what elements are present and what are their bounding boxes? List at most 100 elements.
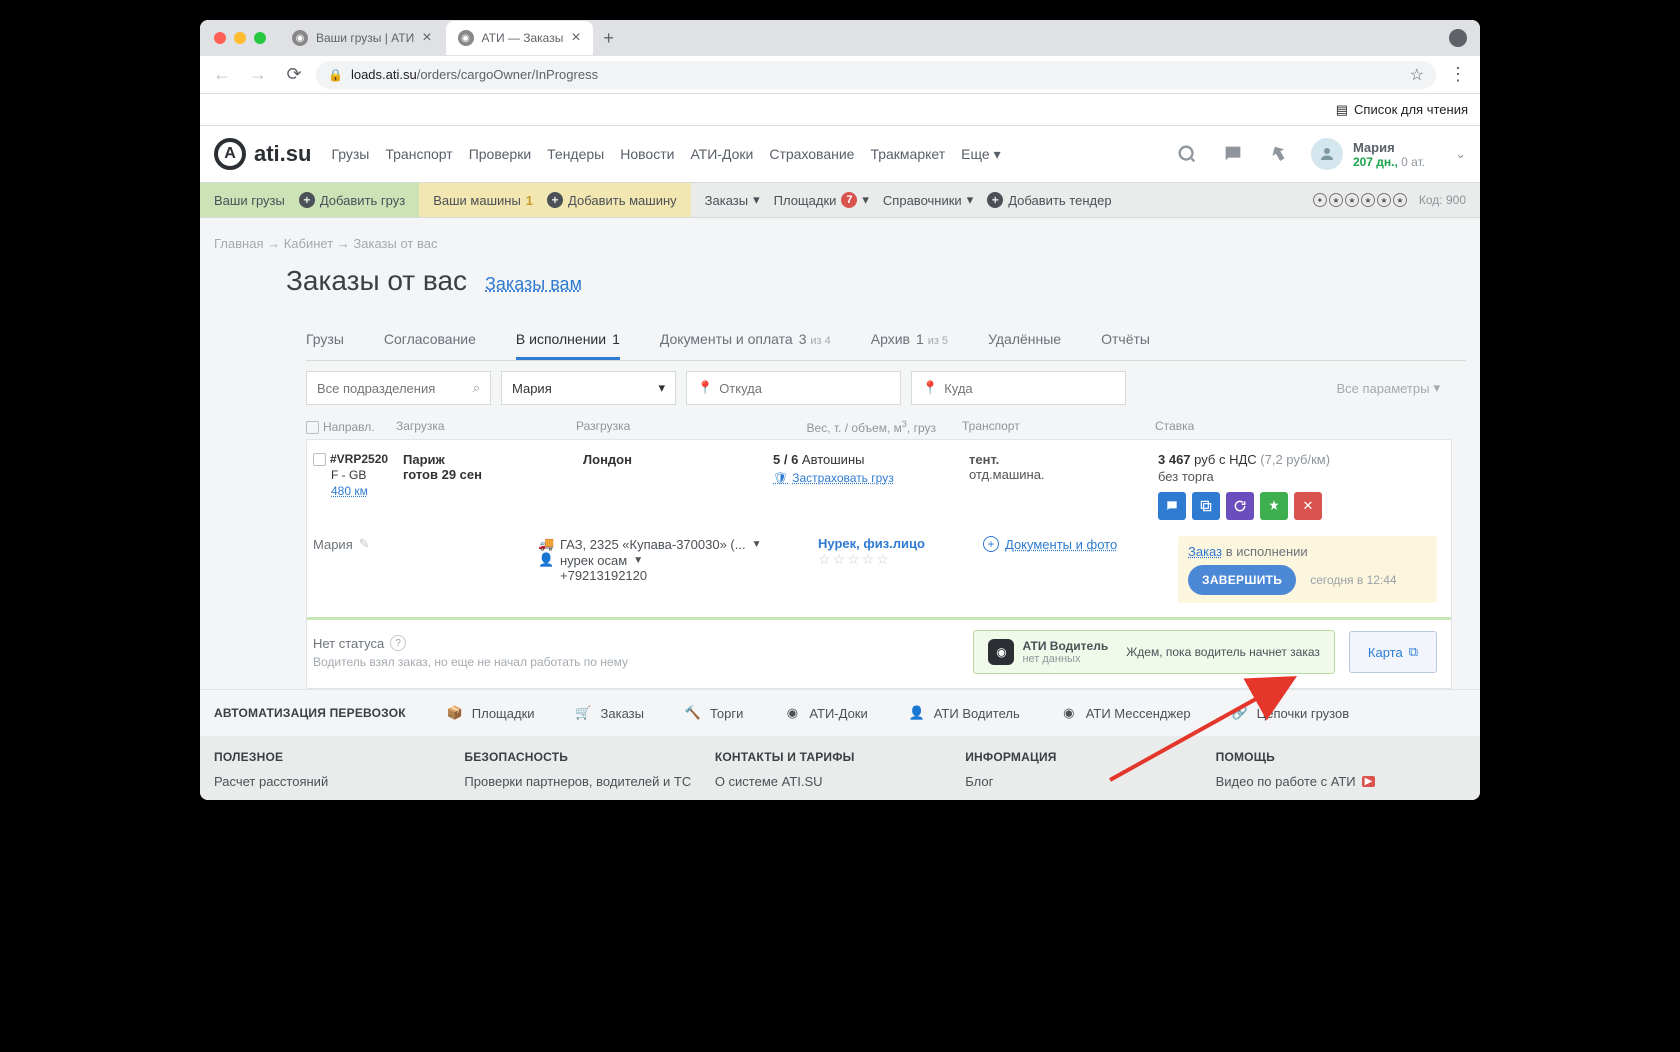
sec-add-cargo[interactable]: +Добавить груз: [299, 192, 405, 208]
footer-link-distance[interactable]: Расчет расстояний: [214, 774, 464, 789]
insure-link[interactable]: 🛡Застраховать груз: [773, 471, 943, 485]
auto-docs[interactable]: ◉АТИ-Доки: [783, 704, 867, 722]
carrier-name[interactable]: Нурек, физ.лицо: [818, 536, 983, 551]
chevron-down-icon[interactable]: ▼: [633, 555, 643, 566]
nav-news[interactable]: Новости: [620, 146, 674, 163]
tab-documents[interactable]: Документы и оплата3 из 4: [660, 321, 831, 360]
tab-archive[interactable]: Архив1 из 5: [871, 321, 948, 360]
nav-checks[interactable]: Проверки: [469, 146, 531, 163]
account-icon[interactable]: [1444, 24, 1472, 52]
sec-your-cargo[interactable]: Ваши грузы: [214, 193, 285, 208]
nav-cargo[interactable]: Грузы: [331, 146, 369, 163]
nav-docs[interactable]: АТИ-Доки: [690, 146, 753, 163]
chevron-down-icon: ▾: [753, 192, 760, 208]
nav-transport[interactable]: Транспорт: [385, 146, 452, 163]
map-button[interactable]: Карта ⧉: [1349, 631, 1437, 673]
tab-cargo[interactable]: Грузы: [306, 321, 344, 360]
auto-messenger[interactable]: ◉АТИ Мессенджер: [1060, 704, 1191, 722]
chevron-down-icon: ▾: [658, 380, 665, 396]
order-checkbox[interactable]: [313, 453, 326, 466]
minimize-window[interactable]: [234, 32, 246, 44]
order-link[interactable]: Заказ: [1188, 544, 1222, 559]
help-icon[interactable]: ?: [390, 635, 406, 651]
tab-approval[interactable]: Согласование: [384, 321, 476, 360]
tab-deleted[interactable]: Удалённые: [988, 321, 1061, 360]
to-input[interactable]: [944, 381, 1115, 396]
favicon: ◉: [292, 30, 308, 46]
department-input[interactable]: [317, 381, 473, 396]
youtube-icon: ▶: [1362, 776, 1376, 787]
order-distance[interactable]: 480 км: [331, 484, 403, 498]
sec-add-tender[interactable]: +Добавить тендер: [987, 192, 1111, 208]
chat-button[interactable]: [1158, 492, 1186, 520]
bookmark-star-icon[interactable]: ☆: [1410, 65, 1424, 85]
load-city: Париж: [403, 452, 583, 467]
chat-icon[interactable]: [1219, 140, 1247, 168]
auto-platforms[interactable]: 📦Площадки: [446, 704, 535, 722]
refresh-button[interactable]: [1226, 492, 1254, 520]
nav-more[interactable]: Еще▾: [961, 146, 1001, 163]
filter-from[interactable]: 📍: [686, 371, 901, 405]
list-icon: ▤: [1336, 102, 1348, 118]
complete-button[interactable]: ЗАВЕРШИТЬ: [1188, 565, 1296, 595]
close-icon[interactable]: ×: [422, 29, 431, 47]
crumb-cabinet[interactable]: Кабинет: [284, 236, 333, 251]
browser-tab-2[interactable]: ◉ АТИ — Заказы ×: [446, 21, 593, 55]
crumb-home[interactable]: Главная: [214, 236, 263, 251]
logo[interactable]: A ati.su: [214, 138, 311, 170]
nav-tenders[interactable]: Тендеры: [547, 146, 604, 163]
filter-department[interactable]: ⌕: [306, 371, 491, 405]
documents-link[interactable]: +Документы и фото: [983, 536, 1178, 552]
plus-icon: +: [983, 536, 999, 552]
forward-button[interactable]: →: [244, 61, 272, 89]
address-bar[interactable]: 🔒 loads.ati.su/orders/cargoOwner/InProgr…: [316, 61, 1436, 89]
user-menu[interactable]: Мария 207 дн., 0 ат. ⌄: [1311, 138, 1466, 170]
sec-orders[interactable]: Заказы ▾: [705, 192, 760, 208]
site-header: A ati.su Грузы Транспорт Проверки Тендер…: [200, 126, 1480, 182]
orders-to-you-link[interactable]: Заказы вам: [485, 274, 582, 295]
tabs: Грузы Согласование В исполнении1 Докумен…: [306, 321, 1466, 361]
sec-your-vehicles[interactable]: Ваши машины 1: [433, 193, 533, 208]
reading-list-link[interactable]: ▤ Список для чтения: [1336, 102, 1468, 118]
reload-button[interactable]: ⟳: [280, 61, 308, 89]
driver-name: нурек осам: [560, 553, 627, 568]
user-at: 0 ат.: [1401, 155, 1425, 169]
copy-button[interactable]: [1192, 492, 1220, 520]
close-window[interactable]: [214, 32, 226, 44]
new-tab-button[interactable]: +: [595, 24, 623, 52]
footer-link-blog[interactable]: Блог: [965, 774, 1215, 789]
filter-to[interactable]: 📍: [911, 371, 1126, 405]
cancel-button[interactable]: ✕: [1294, 492, 1322, 520]
footer-link-about[interactable]: О системе ATI.SU: [715, 774, 965, 789]
tab-reports[interactable]: Отчёты: [1101, 321, 1150, 360]
confirm-button[interactable]: [1260, 492, 1288, 520]
notification-icon[interactable]: [1265, 140, 1293, 168]
cargo-type: Автошины: [802, 452, 865, 467]
sec-platforms[interactable]: Площадки 7 ▾: [774, 192, 869, 208]
tab-in-progress[interactable]: В исполнении1: [516, 321, 620, 360]
no-bargain: без торга: [1158, 469, 1437, 484]
auto-orders[interactable]: 🛒Заказы: [575, 704, 644, 722]
all-params-link[interactable]: Все параметры ▾: [1336, 380, 1440, 396]
search-icon[interactable]: [1173, 140, 1201, 168]
edit-icon[interactable]: ✎: [359, 536, 370, 552]
auto-chains[interactable]: 🔗Цепочки грузов: [1231, 704, 1349, 722]
filter-user[interactable]: Мария ▾: [501, 371, 676, 405]
footer-link-checks[interactable]: Проверки партнеров, водителей и ТС: [464, 774, 714, 789]
maximize-window[interactable]: [254, 32, 266, 44]
chevron-down-icon[interactable]: ▼: [752, 539, 762, 550]
nav-insurance[interactable]: Страхование: [769, 146, 854, 163]
nav-truckmarket[interactable]: Тракмаркет: [870, 146, 945, 163]
menu-button[interactable]: ⋮: [1444, 61, 1472, 89]
sec-references[interactable]: Справочники ▾: [883, 192, 973, 208]
back-button[interactable]: ←: [208, 61, 236, 89]
browser-tab-1[interactable]: ◉ Ваши грузы | АТИ ×: [280, 21, 444, 55]
sec-add-vehicle[interactable]: +Добавить машину: [547, 192, 677, 208]
select-all-checkbox[interactable]: [306, 421, 319, 434]
auto-auctions[interactable]: 🔨Торги: [684, 704, 743, 722]
close-icon[interactable]: ×: [571, 29, 580, 47]
from-input[interactable]: [719, 381, 890, 396]
auto-driver[interactable]: 👤АТИ Водитель: [908, 704, 1020, 722]
footer-col1-heading: ПОЛЕЗНОЕ: [214, 750, 464, 764]
footer-link-video[interactable]: Видео по работе с АТИ ▶: [1216, 774, 1466, 789]
